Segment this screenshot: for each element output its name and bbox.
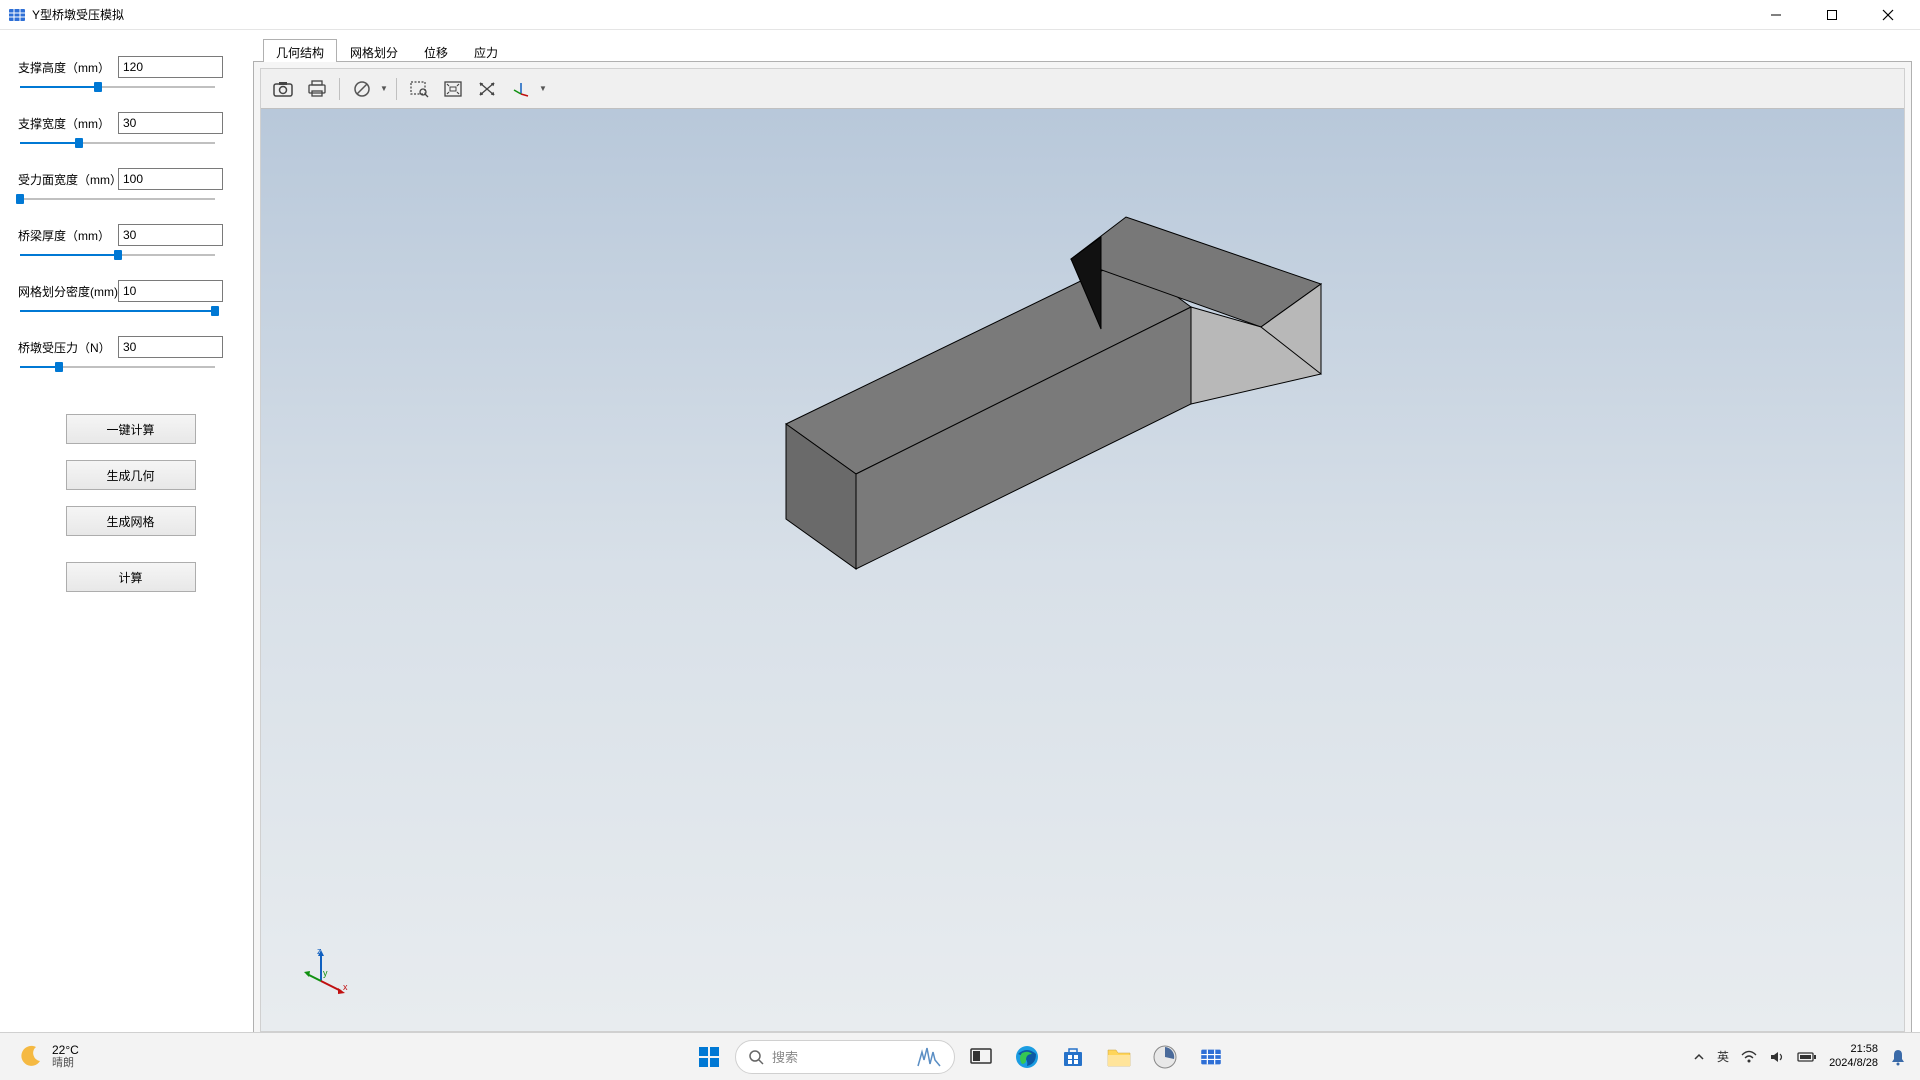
tab-geometry[interactable]: 几何结构 [263, 39, 337, 62]
svg-text:y: y [323, 968, 328, 978]
param-input-support-width[interactable] [118, 112, 223, 134]
generate-geometry-button[interactable]: 生成几何 [66, 460, 196, 490]
one-click-compute-button[interactable]: 一键计算 [66, 414, 196, 444]
tab-displacement[interactable]: 位移 [411, 39, 461, 62]
clock[interactable]: 21:58 2024/8/28 [1829, 1043, 1878, 1069]
start-button[interactable] [689, 1037, 729, 1077]
app-task-icon-2[interactable] [1191, 1037, 1231, 1077]
axis-triad-icon: z y x [301, 946, 351, 996]
notifications-icon[interactable] [1890, 1048, 1906, 1066]
close-button[interactable] [1872, 3, 1904, 27]
param-slider-mesh-density[interactable] [20, 304, 215, 318]
svg-text:z: z [317, 946, 322, 956]
param-input-force-surface-width[interactable] [118, 168, 223, 190]
battery-icon[interactable] [1797, 1051, 1817, 1063]
maximize-button[interactable] [1816, 3, 1848, 27]
taskbar: 22°C 晴朗 搜索 [0, 1032, 1920, 1080]
microsoft-store-icon[interactable] [1053, 1037, 1093, 1077]
tab-stress[interactable]: 应力 [461, 39, 511, 62]
param-input-pier-pressure[interactable] [118, 336, 223, 358]
volume-icon[interactable] [1769, 1050, 1785, 1064]
disable-icon[interactable] [348, 75, 376, 103]
task-view-icon[interactable] [961, 1037, 1001, 1077]
param-label-support-height: 支撑高度（mm） [18, 59, 118, 76]
date-text: 2024/8/28 [1829, 1057, 1878, 1070]
viewer-toolbar: ▼ ▼ [261, 69, 1904, 109]
weather-temp: 22°C [52, 1043, 79, 1057]
tab-mesh[interactable]: 网格划分 [337, 39, 411, 62]
search-box[interactable]: 搜索 [735, 1040, 955, 1074]
param-input-beam-thickness[interactable] [118, 224, 223, 246]
search-decoration-icon [916, 1046, 942, 1068]
param-label-beam-thickness: 桥梁厚度（mm） [18, 227, 118, 244]
app-icon [8, 6, 26, 24]
parameters-sidebar: 支撑高度（mm） 支撑宽度（mm） 受力面宽度（mm） 桥梁厚度（mm） [8, 38, 253, 1039]
generate-mesh-button[interactable]: 生成网格 [66, 506, 196, 536]
param-label-pier-pressure: 桥墩受压力（N） [18, 339, 118, 356]
weather-condition: 晴朗 [52, 1057, 79, 1070]
param-slider-support-height[interactable] [20, 80, 215, 94]
content-panel: 几何结构 网格划分 位移 应力 ▼ [253, 38, 1912, 1039]
search-placeholder: 搜索 [772, 1047, 908, 1066]
param-slider-beam-thickness[interactable] [20, 248, 215, 262]
param-label-support-width: 支撑宽度（mm） [18, 115, 118, 132]
param-label-mesh-density: 网格划分密度(mm) [18, 283, 118, 300]
param-input-support-height[interactable] [118, 56, 223, 78]
screenshot-icon[interactable] [269, 75, 297, 103]
file-explorer-icon[interactable] [1099, 1037, 1139, 1077]
tray-expand-icon[interactable] [1693, 1051, 1705, 1063]
print-icon[interactable] [303, 75, 331, 103]
time-text: 21:58 [1850, 1043, 1878, 1056]
minimize-button[interactable] [1760, 3, 1792, 27]
axis-orientation-icon[interactable] [507, 75, 535, 103]
app-task-icon-1[interactable] [1145, 1037, 1185, 1077]
geometry-model [701, 199, 1351, 659]
weather-moon-icon [18, 1043, 44, 1069]
param-label-force-surface-width: 受力面宽度（mm） [18, 171, 118, 188]
cross-arrows-icon[interactable] [473, 75, 501, 103]
fit-view-icon[interactable] [439, 75, 467, 103]
zoom-select-icon[interactable] [405, 75, 433, 103]
3d-viewport[interactable]: z y x [261, 109, 1904, 1031]
wifi-icon[interactable] [1741, 1050, 1757, 1064]
dropdown-arrow-icon[interactable]: ▼ [380, 84, 388, 93]
param-input-mesh-density[interactable] [118, 280, 223, 302]
dropdown-arrow-icon[interactable]: ▼ [539, 84, 547, 93]
window-title: Y型桥墩受压模拟 [32, 6, 124, 23]
title-bar: Y型桥墩受压模拟 [0, 0, 1920, 30]
ime-indicator[interactable]: 英 [1717, 1048, 1729, 1065]
param-slider-force-surface-width[interactable] [20, 192, 215, 206]
weather-widget[interactable]: 22°C 晴朗 [0, 1043, 79, 1071]
tabs-bar: 几何结构 网格划分 位移 应力 [253, 38, 1912, 62]
param-slider-pier-pressure[interactable] [20, 360, 215, 374]
compute-button[interactable]: 计算 [66, 562, 196, 592]
svg-text:x: x [343, 982, 348, 992]
param-slider-support-width[interactable] [20, 136, 215, 150]
search-icon [748, 1049, 764, 1065]
edge-browser-icon[interactable] [1007, 1037, 1047, 1077]
